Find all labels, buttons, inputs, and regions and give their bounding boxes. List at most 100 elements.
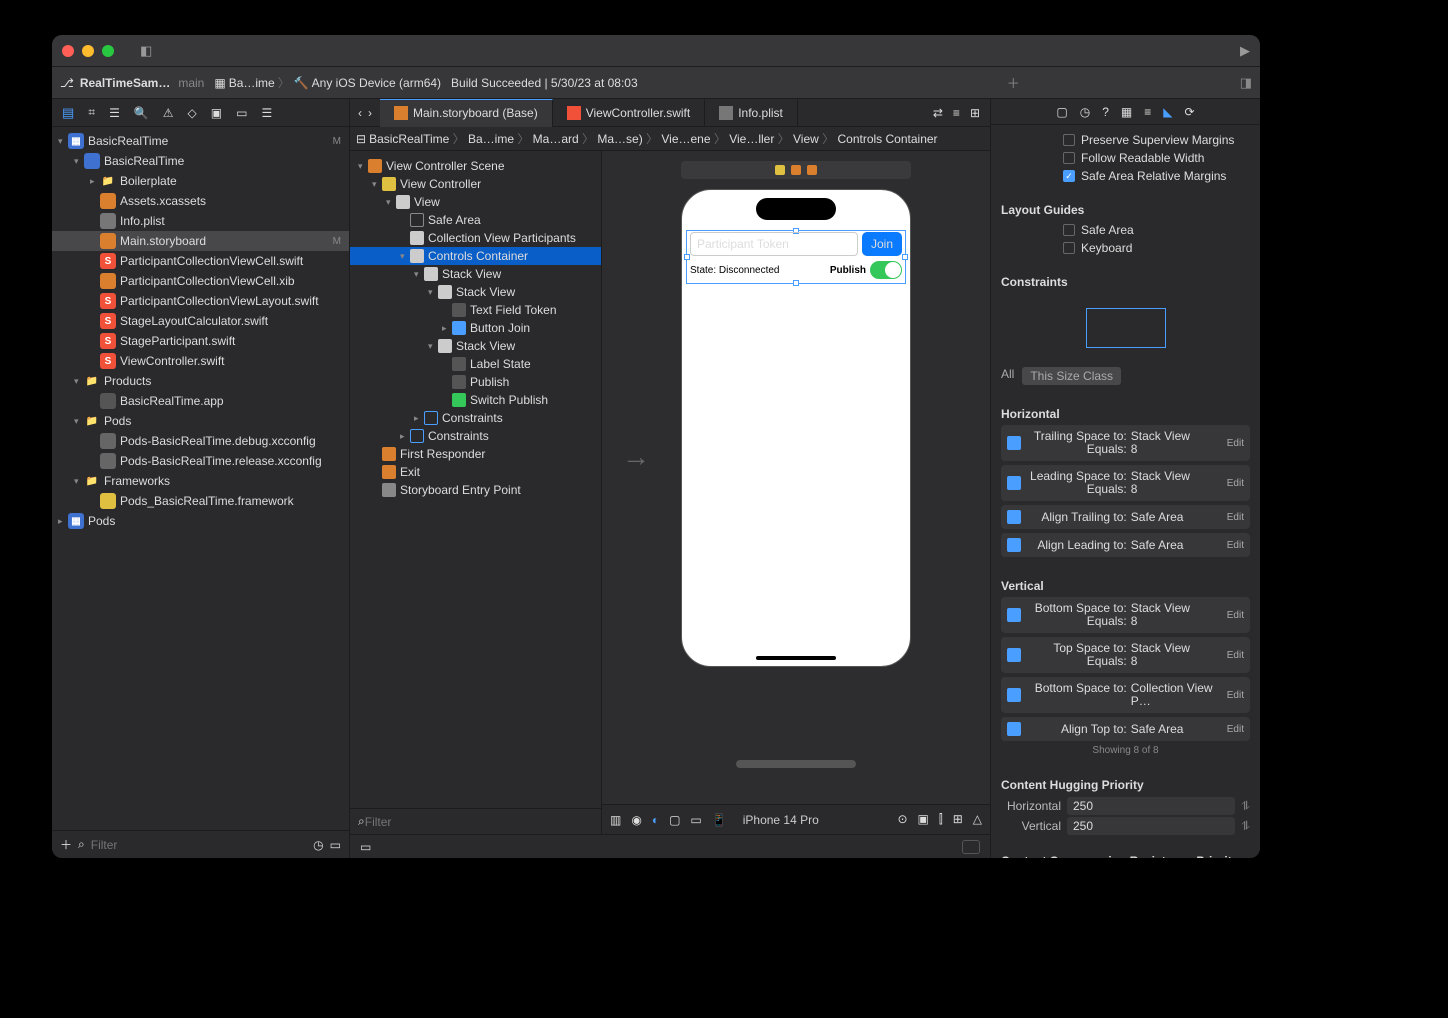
tree-row[interactable]: Assets.xcassets (52, 191, 349, 211)
device-label[interactable]: iPhone 14 Pro (743, 813, 819, 827)
outline-toggle-icon[interactable]: ▥ (610, 813, 621, 827)
device-icon[interactable]: 📱 (712, 813, 727, 827)
sidebar-toggle-icon[interactable]: ◧ (140, 43, 152, 59)
traffic-lights[interactable] (62, 45, 114, 57)
outline-row[interactable]: ▾View Controller Scene (350, 157, 601, 175)
constraint-item[interactable]: Top Space to:Stack ViewEquals:8Edit (1001, 637, 1250, 673)
appearance-icon[interactable]: ◐ (652, 813, 659, 827)
orientation-icon[interactable]: ▢ (669, 813, 680, 827)
constraint-item[interactable]: Bottom Space to:Stack ViewEquals:8Edit (1001, 597, 1250, 633)
jump-segment[interactable]: Ba…ime (468, 132, 514, 146)
outline-tree[interactable]: ▾View Controller Scene▾View Controller▾V… (350, 151, 601, 808)
adjust-icon[interactable]: ◉ (631, 813, 641, 827)
edit-button[interactable]: Edit (1227, 724, 1244, 735)
edit-button[interactable]: Edit (1227, 540, 1244, 551)
run-button-icon[interactable]: ▶ (1240, 43, 1250, 59)
size-class-seg[interactable]: All This Size Class (1001, 367, 1250, 385)
outline-row[interactable]: ▸Constraints (350, 409, 601, 427)
outline-row[interactable]: Publish (350, 373, 601, 391)
tree-row[interactable]: ▸📁Boilerplate (52, 171, 349, 191)
stepper-icon[interactable]: ⥮ (1241, 799, 1250, 814)
disclosure-icon[interactable]: ▾ (428, 287, 438, 298)
checkbox-row[interactable]: Safe Area (1001, 221, 1250, 239)
zoom-icon[interactable]: ⊙ (897, 812, 907, 827)
outline-row[interactable]: ▾Controls Container (350, 247, 601, 265)
outline-row[interactable]: Label State (350, 355, 601, 373)
attr-insp-icon[interactable]: ≡ (1144, 105, 1151, 119)
tree-row[interactable]: SParticipantCollectionViewLayout.swift (52, 291, 349, 311)
conn-insp-icon[interactable]: ⟳ (1185, 105, 1195, 119)
disclosure-icon[interactable]: ▾ (414, 269, 424, 280)
tree-row[interactable]: ▾📁Products (52, 371, 349, 391)
disclosure-icon[interactable]: ▸ (400, 431, 410, 442)
vary-icon[interactable]: ▭ (690, 813, 701, 827)
disclosure-icon[interactable]: ▾ (428, 341, 438, 352)
checkbox[interactable] (1063, 224, 1075, 236)
constraint-diagram[interactable] (1001, 293, 1250, 363)
scrollbar[interactable] (736, 760, 856, 768)
constraint-item[interactable]: Leading Space to:Stack ViewEquals:8Edit (1001, 465, 1250, 501)
inspector-toggle-icon[interactable]: ◨ (1240, 75, 1252, 91)
history-insp-icon[interactable]: ◷ (1080, 105, 1090, 119)
edit-button[interactable]: Edit (1227, 512, 1244, 523)
back-icon[interactable]: ‹ (358, 106, 362, 120)
branch-indicator[interactable]: ⎇ RealTimeSam… (60, 76, 170, 90)
project-tree[interactable]: ▾▦ BasicRealTime M ▾BasicRealTime▸📁Boile… (52, 127, 349, 830)
identity-insp-icon[interactable]: ▦ (1121, 105, 1132, 119)
ib-canvas[interactable]: → (602, 151, 990, 834)
tree-row[interactable]: SStageParticipant.swift (52, 331, 349, 351)
help-insp-icon[interactable]: ? (1102, 105, 1109, 119)
editor-tab[interactable]: Main.storyboard (Base) (380, 99, 553, 127)
checkbox[interactable]: ✓ (1063, 170, 1075, 182)
jump-menu-icon[interactable]: ⊟ (356, 132, 366, 146)
constraint-item[interactable]: Trailing Space to:Stack ViewEquals:8Edit (1001, 425, 1250, 461)
disclosure-icon[interactable]: ▸ (90, 176, 100, 187)
constraint-item[interactable]: Align Trailing to:Safe AreaEdit (1001, 505, 1250, 529)
align-icon[interactable]: ⫿ (939, 812, 943, 827)
related-icon[interactable]: ⇄ (933, 106, 943, 120)
jump-bar[interactable]: ⊟ BasicRealTime 〉 Ba…ime 〉 Ma…ard 〉 Ma…s… (350, 127, 990, 151)
disclosure-icon[interactable]: ▾ (372, 179, 382, 190)
pin-icon[interactable]: ⊞ (953, 812, 963, 827)
inspector-tabs[interactable]: ▢ ◷ ? ▦ ≡ ◣ ⟳ (991, 99, 1260, 125)
issue-nav-icon[interactable]: ⚠ (163, 106, 174, 120)
outline-row[interactable]: Collection View Participants (350, 229, 601, 247)
add-file-icon[interactable]: ＋ (60, 836, 72, 853)
tree-row[interactable]: Main.storyboardM (52, 231, 349, 251)
test-nav-icon[interactable]: ◇ (188, 106, 197, 120)
debug-icon[interactable]: ▭ (360, 840, 371, 854)
disclosure-icon[interactable]: ▾ (74, 376, 84, 387)
constraint-item[interactable]: Align Top to:Safe AreaEdit (1001, 717, 1250, 741)
navigator-tabs[interactable]: ▤ ⌗ ☰ 🔍 ⚠ ◇ ▣ ▭ ☰ (52, 99, 349, 127)
stepper-icon[interactable]: ⥮ (1241, 819, 1250, 834)
size-insp-icon[interactable]: ◣ (1163, 105, 1172, 119)
outline-row[interactable]: First Responder (350, 445, 601, 463)
console-toggle[interactable] (962, 840, 980, 854)
constraint-item[interactable]: Align Leading to:Safe AreaEdit (1001, 533, 1250, 557)
jump-segment[interactable]: BasicRealTime (369, 132, 449, 146)
tree-row[interactable]: ▸▦ Pods (52, 511, 349, 531)
join-button[interactable]: Join (862, 232, 902, 256)
checkbox-row[interactable]: ✓Safe Area Relative Margins (1001, 167, 1250, 185)
editor-tab[interactable]: ViewController.swift (553, 99, 705, 127)
outline-filter-input[interactable] (365, 815, 593, 829)
checkbox[interactable] (1063, 134, 1075, 146)
publish-switch[interactable] (870, 261, 902, 279)
tree-row[interactable]: SViewController.swift (52, 351, 349, 371)
tree-row[interactable]: Pods-BasicRealTime.release.xcconfig (52, 451, 349, 471)
priority-field[interactable]: 250 (1067, 817, 1235, 835)
filter-input[interactable] (91, 838, 307, 852)
device-frame[interactable]: Participant Token Join State: Disconnect… (681, 189, 911, 667)
tree-root[interactable]: ▾▦ BasicRealTime M (52, 131, 349, 151)
tree-row[interactable]: ParticipantCollectionViewCell.xib (52, 271, 349, 291)
token-textfield[interactable]: Participant Token (690, 232, 858, 256)
outline-row[interactable]: ▾Stack View (350, 265, 601, 283)
add-editor-icon[interactable]: ⊞ (970, 106, 980, 120)
debug-nav-icon[interactable]: ▣ (211, 106, 222, 120)
jump-segment[interactable]: View (793, 132, 819, 146)
tree-row[interactable]: SStageLayoutCalculator.swift (52, 311, 349, 331)
outline-filter[interactable]: ⌕ (350, 808, 601, 834)
disclosure-icon[interactable]: ▾ (74, 476, 84, 487)
tree-row[interactable]: Pods-BasicRealTime.debug.xcconfig (52, 431, 349, 451)
outline-row[interactable]: ▾View (350, 193, 601, 211)
